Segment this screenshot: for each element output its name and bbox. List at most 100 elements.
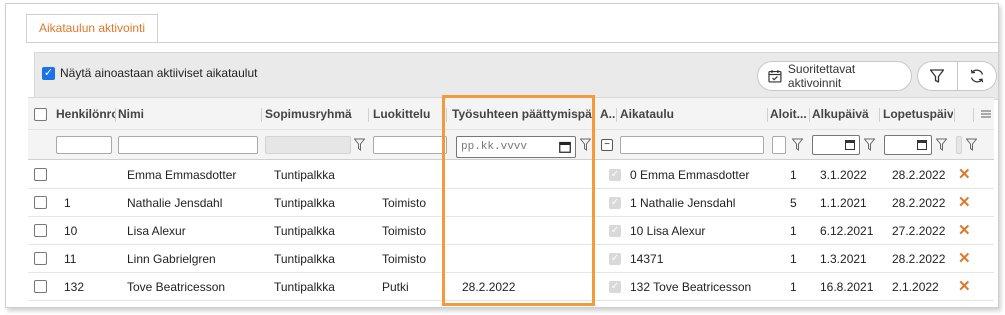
calendar-icon[interactable] [559,141,571,153]
filter-lopetuspaiva-date[interactable] [884,135,932,155]
cell-nimi: Linn Gabrielgren [127,252,216,266]
cell-lopetuspaiva: 28.2.2022 [892,196,946,210]
row-checkbox[interactable] [34,252,47,265]
header-sopimusryhma[interactable]: Sopimusryhmä [265,98,365,131]
column-separator [809,108,810,122]
table-row[interactable]: 10 Lisa Alexur Tuntipalkka Toimisto ✓ 10… [28,217,994,245]
cell-tyosuhde [462,217,582,245]
column-separator [767,108,768,122]
tab-aikataulun-aktivointi[interactable]: Aikataulun aktivointi [26,14,159,42]
active-only-toggle[interactable]: ✓ Näytä ainoastaan aktiiviset aikataulut [42,66,257,80]
tab-divider [26,42,998,43]
funnel-icon[interactable] [354,138,365,151]
filter-tyosuhde-date-input[interactable]: pp.kk.vvvv [456,136,576,158]
filter-alkupaiva-date[interactable] [812,135,860,155]
table-row[interactable]: 1 Nathalie Jensdahl Tuntipalkka Toimisto… [28,189,994,217]
cell-lopetuspaiva: 28.2.2022 [892,252,946,266]
header-aloit[interactable]: Aloit... [770,98,806,131]
cell-aloit: 1 [790,280,797,294]
header-luokittelu[interactable]: Luokittelu [373,98,443,131]
cell-lopetuspaiva: 28.2.2022 [892,168,946,182]
header-alkupaiva[interactable]: Alkupäivä [812,98,877,131]
delete-icon[interactable]: ✕ [958,189,972,217]
cell-sopimusryhma: Tuntipalkka [274,168,335,182]
cell-tyosuhde: 28.2.2022 [462,280,516,294]
cell-tyosuhde [462,161,582,189]
row-checkbox[interactable] [34,196,47,209]
row-checkbox[interactable] [34,280,47,293]
cell-alkupaiva: 6.12.2021 [820,224,874,238]
date-placeholder: pp.kk.vvvv [461,141,528,153]
filter-luokittelu-input[interactable] [373,136,447,154]
funnel-icon [930,69,945,83]
cell-nimi: Lisa Alexur [127,224,186,238]
filter-nimi-input[interactable] [118,136,258,154]
header-nimi[interactable]: Nimi [118,98,258,131]
tab-bar: Aikataulun aktivointi [26,14,159,42]
grid-header-row: Henkilönro Nimi Sopimusryhmä Luokittelu … [28,97,994,130]
cell-tyosuhde [462,245,582,273]
cell-alkupaiva: 3.1.2022 [820,168,867,182]
calendar-icon [917,140,927,150]
column-separator [368,108,369,122]
cell-lopetuspaiva: 2.1.2022 [892,280,939,294]
filter-aikataulu-input[interactable] [620,136,764,154]
filter-sopimusryhma-input [265,136,351,154]
column-menu-icon[interactable] [980,108,992,120]
partial-select-icon[interactable]: − [601,139,613,151]
row-active-checkbox: ✓ [609,197,621,209]
cell-nimi: Tove Beatricesson [127,280,226,294]
funnel-icon[interactable] [864,138,875,151]
delete-icon[interactable]: ✕ [958,245,972,273]
column-separator [954,108,955,122]
header-aikataulu[interactable]: Aikataulu [620,98,760,131]
filter-henkilonro-input[interactable] [56,136,112,154]
funnel-icon[interactable] [936,138,947,151]
cell-aikataulu: 0 Emma Emmasdotter [630,168,750,182]
header-lopetuspaiva[interactable]: Lopetuspäivä [883,98,953,131]
delete-icon[interactable]: ✕ [958,161,972,189]
row-checkbox[interactable] [34,168,47,181]
row-active-checkbox: ✓ [609,225,621,237]
table-row[interactable]: Emma Emmasdotter Tuntipalkka ✓ 0 Emma Em… [28,161,994,189]
calendar-check-icon [768,70,782,83]
delete-icon[interactable]: ✕ [958,217,972,245]
toolbar-icon-group [917,61,997,91]
cell-aloit: 5 [790,196,797,210]
row-active-checkbox: ✓ [609,169,621,181]
cell-sopimusryhma: Tuntipalkka [274,224,335,238]
funnel-icon[interactable] [792,138,803,151]
filter-aloit-input[interactable] [772,136,786,154]
cell-alkupaiva: 1.3.2021 [820,252,867,266]
filter-button[interactable] [918,62,957,90]
run-activations-button[interactable]: Suoritettavat aktivoinnit [757,61,912,91]
table-row[interactable]: 11 Linn Gabrielgren Tuntipalkka Toimisto… [28,245,994,273]
table-row[interactable]: 132 Tove Beatricesson Tuntipalkka Putki … [28,273,994,301]
row-checkbox[interactable] [34,224,47,237]
cell-sopimusryhma: Tuntipalkka [274,196,335,210]
cell-aikataulu: 132 Tove Beatricesson [630,280,752,294]
column-separator [973,108,974,122]
refresh-button[interactable] [956,62,997,90]
delete-icon[interactable]: ✕ [958,273,972,301]
header-a[interactable]: A... [600,98,616,131]
cell-sopimusryhma: Tuntipalkka [274,252,335,266]
header-tyosuhteen-paattymispaiva[interactable]: Työsuhteen päättymispäivä [452,98,592,131]
cell-nimi: Emma Emmasdotter [127,168,237,182]
funnel-icon[interactable] [966,138,977,151]
select-all-checkbox[interactable] [34,108,47,121]
cell-henkilonro: 11 [64,252,77,266]
cell-alkupaiva: 16.8.2021 [820,280,874,294]
cell-aikataulu: 1 Nathalie Jensdahl [630,196,736,210]
active-only-checkbox[interactable]: ✓ [42,66,55,80]
header-henkilonro[interactable]: Henkilönro [56,98,116,131]
cell-lopetuspaiva: 27.2.2022 [892,224,946,238]
cell-nimi: Nathalie Jensdahl [127,196,223,210]
cell-luokittelu [382,161,447,189]
funnel-icon[interactable] [580,138,591,151]
cell-tyosuhde [462,189,582,217]
cell-sopimusryhma: Tuntipalkka [274,280,335,294]
cell-henkilonro: 132 [64,280,85,294]
filter-extra-input [956,136,962,154]
column-separator [115,108,116,122]
